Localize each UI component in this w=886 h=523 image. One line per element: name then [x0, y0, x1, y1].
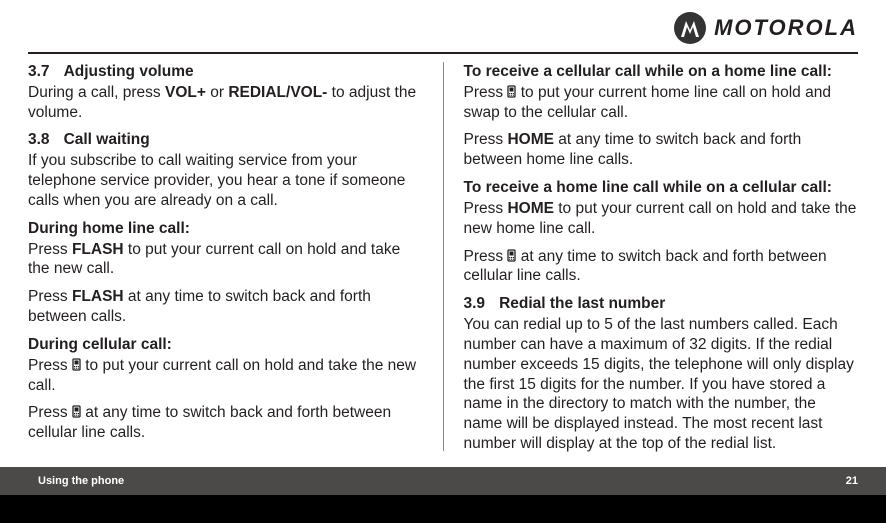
right-column: To receive a cellular call while on a ho…: [464, 62, 859, 451]
subheading: During home line call:: [28, 219, 423, 239]
section-3-7-title: 3.7 Adjusting volume: [28, 62, 423, 82]
document-page: MOTOROLA 3.7 Adjusting volume During a ca…: [0, 0, 886, 495]
left-column: 3.7 Adjusting volume During a call, press…: [28, 62, 423, 451]
paragraph: Press FLASH to put your current call on …: [28, 240, 423, 280]
cell-phone-icon: [72, 358, 81, 371]
page-footer: Using the phone 21: [0, 467, 886, 495]
paragraph: During a call, press VOL+ or REDIAL/VOL-…: [28, 83, 423, 123]
header: MOTOROLA: [674, 12, 858, 44]
paragraph: You can redial up to 5 of the last numbe…: [464, 315, 859, 454]
paragraph: Press to put your current home line call…: [464, 83, 859, 123]
section-number: 3.8: [28, 131, 50, 148]
section-number: 3.7: [28, 63, 50, 80]
paragraph: Press to put your current call on hold a…: [28, 356, 423, 396]
header-divider: [28, 52, 858, 54]
section-heading: Adjusting volume: [64, 63, 194, 80]
motorola-logo-icon: [674, 12, 706, 44]
section-heading: Redial the last number: [499, 295, 665, 312]
paragraph: Press HOME at any time to switch back an…: [464, 130, 859, 170]
paragraph: Press at any time to switch back and for…: [28, 403, 423, 443]
paragraph: Press at any time to switch back and for…: [464, 247, 859, 287]
subheading: To receive a cellular call while on a ho…: [464, 62, 859, 82]
page-number: 21: [846, 475, 858, 487]
footer-chapter: Using the phone: [38, 475, 124, 487]
subheading: To receive a home line call while on a c…: [464, 178, 859, 198]
cell-phone-icon: [72, 405, 81, 418]
section-3-9-title: 3.9 Redial the last number: [464, 294, 859, 314]
brand-wordmark: MOTOROLA: [714, 15, 858, 41]
content-area: 3.7 Adjusting volume During a call, press…: [28, 62, 858, 451]
column-divider: [443, 62, 444, 451]
paragraph: Press HOME to put your current call on h…: [464, 199, 859, 239]
section-number: 3.9: [464, 295, 486, 312]
subheading: During cellular call:: [28, 335, 423, 355]
paragraph: If you subscribe to call waiting service…: [28, 151, 423, 210]
section-heading: Call waiting: [64, 131, 150, 148]
section-3-8-title: 3.8 Call waiting: [28, 130, 423, 150]
paragraph: Press FLASH at any time to switch back a…: [28, 287, 423, 327]
